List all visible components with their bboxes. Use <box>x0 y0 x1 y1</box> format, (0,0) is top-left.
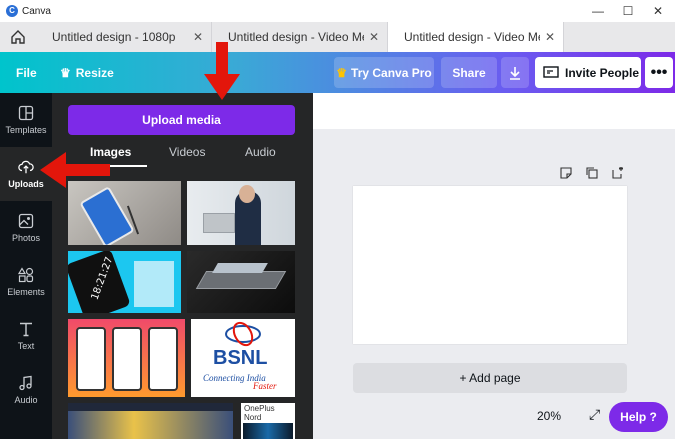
elements-icon <box>18 267 34 283</box>
resize-label: Resize <box>75 66 114 80</box>
rail-label: Audio <box>14 395 38 405</box>
note-icon <box>560 167 572 179</box>
tab-design-video-2[interactable]: Untitled design - Video Mess ✕ <box>388 22 564 52</box>
bsnl-text: BSNL <box>213 347 268 369</box>
download-icon <box>510 66 520 80</box>
bsnl-logo-icon <box>225 321 261 347</box>
tab-videos[interactable]: Videos <box>169 145 205 159</box>
add-note-button[interactable] <box>559 166 573 180</box>
invite-people-button[interactable]: Invite People <box>535 57 641 88</box>
home-tab[interactable] <box>0 22 36 52</box>
rail-label: Elements <box>7 287 45 297</box>
tab-audio[interactable]: Audio <box>245 145 276 159</box>
maximize-button[interactable]: ☐ <box>613 0 643 22</box>
add-page-icon-button[interactable] <box>611 166 625 180</box>
rail-label: Text <box>17 341 35 351</box>
more-options-button[interactable]: ••• <box>645 57 673 88</box>
crown-icon: ♛ <box>336 65 348 80</box>
try-canva-pro-button[interactable]: ♛ Try Canva Pro <box>334 57 434 88</box>
rail-label: Uploads <box>8 179 44 189</box>
photos-icon <box>18 213 34 229</box>
uploads-panel: Upload media Images Videos Audio 18:21:2… <box>52 93 313 439</box>
upload-thumbnail-phone-desk[interactable] <box>68 181 181 245</box>
tab-label: Untitled design - 1080p <box>52 30 176 44</box>
tab-design-1080p[interactable]: Untitled design - 1080p ✕ <box>36 22 212 52</box>
rail-item-elements[interactable]: Elements <box>0 255 52 309</box>
upload-thumbnail-laptop-dark[interactable] <box>187 251 295 313</box>
tab-close-icon[interactable]: ✕ <box>369 30 379 44</box>
canvas-area: + Add page 20% ⤢ Help ? <box>313 93 675 439</box>
rail-item-photos[interactable]: Photos <box>0 201 52 255</box>
home-icon <box>11 30 25 44</box>
annotation-arrow-left-icon <box>40 152 110 188</box>
text-icon <box>18 321 34 337</box>
canvas-context-bar <box>313 93 675 129</box>
rail-label: Templates <box>5 125 47 135</box>
file-menu-button[interactable]: File <box>16 61 37 85</box>
side-rail: Templates Uploads Photos Elements Text A… <box>0 93 52 439</box>
upload-thumbnail-billboard[interactable] <box>68 403 233 439</box>
tab-label: Untitled design - Video Mess <box>404 30 540 44</box>
annotation-arrow-down-icon <box>204 42 240 100</box>
resize-button[interactable]: ♛ Resize <box>60 61 114 85</box>
upload-thumbnail-woman-laptop[interactable] <box>187 181 295 245</box>
tab-bar: Untitled design - 1080p ✕ Untitled desig… <box>0 22 675 52</box>
rail-label: Photos <box>11 233 41 243</box>
fullscreen-icon[interactable]: ⤢ <box>589 406 600 423</box>
editor-toolbar: File ♛ Resize ♛ Try Canva Pro Share Invi… <box>0 52 675 93</box>
help-button[interactable]: Help ? <box>609 402 668 432</box>
upload-media-button[interactable]: Upload media <box>68 105 295 135</box>
minimize-button[interactable]: — <box>583 0 613 22</box>
tab-label: Untitled design - Video Mess <box>228 30 364 44</box>
tab-close-icon[interactable]: ✕ <box>545 30 555 44</box>
zoom-level[interactable]: 20% <box>537 409 561 423</box>
rail-item-audio[interactable]: Audio <box>0 363 52 417</box>
audio-icon <box>18 375 34 391</box>
try-pro-label: Try Canva Pro <box>351 65 432 80</box>
invite-label: Invite People <box>565 65 640 80</box>
canva-logo-icon: C <box>6 5 18 17</box>
bsnl-faster: Faster <box>253 381 277 391</box>
add-page-button[interactable]: + Add page <box>353 363 627 393</box>
duplicate-icon <box>586 167 598 179</box>
rail-item-text[interactable]: Text <box>0 309 52 363</box>
crown-icon: ♛ <box>60 66 71 80</box>
present-screen-icon <box>543 65 559 78</box>
download-button[interactable] <box>501 57 529 88</box>
upload-thumbnail-phone-screens[interactable] <box>68 319 185 397</box>
design-page[interactable] <box>353 186 627 344</box>
upload-thumbnail-clock-phone[interactable]: 18:21:27 <box>68 251 181 313</box>
share-button[interactable]: Share <box>441 57 497 88</box>
upload-thumbnail-bsnl-logo[interactable]: BSNL Connecting India Faster <box>191 319 295 397</box>
window-titlebar: C Canva — ☐ ✕ <box>0 0 675 22</box>
add-page-icon <box>612 167 623 179</box>
upload-thumbnail-oneplus-nord[interactable]: OnePlus Nord <box>241 403 295 439</box>
close-window-button[interactable]: ✕ <box>643 0 673 22</box>
duplicate-page-button[interactable] <box>585 166 599 180</box>
oneplus-text: OnePlus Nord <box>244 404 275 422</box>
rail-item-templates[interactable]: Templates <box>0 93 52 147</box>
templates-icon <box>18 105 34 121</box>
upload-cloud-icon <box>18 159 34 175</box>
app-title: Canva <box>22 5 51 17</box>
